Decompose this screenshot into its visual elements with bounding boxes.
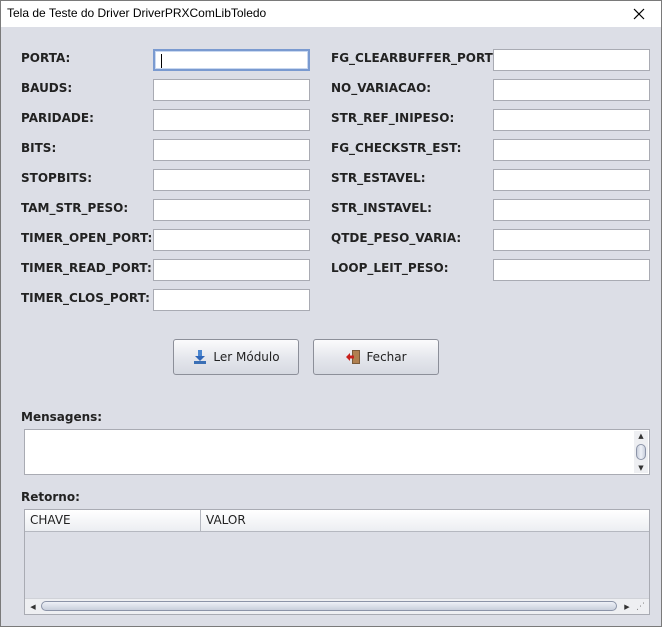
label-fg-checkstr-est: FG_CHECKSTR_EST: xyxy=(331,141,462,155)
fechar-button[interactable]: Fechar xyxy=(313,339,439,375)
label-str-instavel: STR_INSTAVEL: xyxy=(331,201,432,215)
timer-read-port-input[interactable] xyxy=(153,259,310,281)
bits-input[interactable] xyxy=(153,139,310,161)
label-loop-leit-peso: LOOP_LEIT_PESO: xyxy=(331,261,449,275)
download-icon xyxy=(194,350,207,364)
scroll-thumb[interactable] xyxy=(636,444,646,460)
retorno-table[interactable]: CHAVE VALOR ◀ ▶ ⋰ xyxy=(24,509,650,615)
label-qtde-peso-varia: QTDE_PESO_VARIA: xyxy=(331,231,462,245)
app-window: Tela de Teste do Driver DriverPRXComLibT… xyxy=(0,0,662,627)
label-tam-str-peso: TAM_STR_PESO: xyxy=(21,201,129,215)
exit-icon xyxy=(346,350,361,364)
text-caret xyxy=(161,54,162,68)
scroll-up-icon[interactable]: ▲ xyxy=(634,431,648,441)
label-bauds: BAUDS: xyxy=(21,81,73,95)
close-window-button[interactable] xyxy=(617,1,661,27)
mensagens-vertical-scrollbar[interactable]: ▲ ▼ xyxy=(634,431,648,473)
paridade-input[interactable] xyxy=(153,109,310,131)
label-stopbits: STOPBITS: xyxy=(21,171,93,185)
column-header-valor[interactable]: VALOR xyxy=(201,510,649,531)
bauds-input[interactable] xyxy=(153,79,310,101)
label-bits: BITS: xyxy=(21,141,57,155)
column-header-chave[interactable]: CHAVE xyxy=(25,510,201,531)
mensagens-label: Mensagens: xyxy=(21,410,103,424)
label-str-ref-inipeso: STR_REF_INIPESO: xyxy=(331,111,455,125)
ler-modulo-button[interactable]: Ler Módulo xyxy=(173,339,299,375)
label-no-variacao: NO_VARIACAO: xyxy=(331,81,432,95)
str-ref-inipeso-input[interactable] xyxy=(493,109,650,131)
ler-modulo-label: Ler Módulo xyxy=(213,350,280,364)
timer-open-port-input[interactable] xyxy=(153,229,310,251)
retorno-label: Retorno: xyxy=(21,490,80,504)
close-icon xyxy=(633,8,645,20)
label-timer-read-port: TIMER_READ_PORT: xyxy=(21,261,152,275)
form-panel: PORTA: BAUDS: PARIDADE: BITS: STOPBITS: … xyxy=(1,27,661,626)
label-fg-clearbuffer-port: FG_CLEARBUFFER_PORT: xyxy=(331,51,497,65)
title-bar: Tela de Teste do Driver DriverPRXComLibT… xyxy=(1,1,661,27)
stopbits-input[interactable] xyxy=(153,169,310,191)
fechar-label: Fechar xyxy=(366,350,407,364)
porta-input[interactable] xyxy=(153,49,310,71)
mensagens-textarea[interactable]: ▲ ▼ xyxy=(24,429,650,475)
no-variacao-input[interactable] xyxy=(493,79,650,101)
label-timer-open-port: TIMER_OPEN_PORT: xyxy=(21,231,153,245)
window-title: Tela de Teste do Driver DriverPRXComLibT… xyxy=(7,6,267,20)
label-timer-clos-port: TIMER_CLOS_PORT: xyxy=(21,291,150,305)
loop-leit-peso-input[interactable] xyxy=(493,259,650,281)
fg-clearbuffer-port-input[interactable] xyxy=(493,49,650,71)
fg-checkstr-est-input[interactable] xyxy=(493,139,650,161)
label-porta: PORTA: xyxy=(21,51,71,65)
table-header: CHAVE VALOR xyxy=(25,510,649,532)
label-paridade: PARIDADE: xyxy=(21,111,94,125)
tam-str-peso-input[interactable] xyxy=(153,199,310,221)
scroll-right-icon[interactable]: ▶ xyxy=(621,601,633,612)
scroll-left-icon[interactable]: ◀ xyxy=(27,601,39,612)
str-estavel-input[interactable] xyxy=(493,169,650,191)
resize-grip-icon: ⋰ xyxy=(636,602,645,612)
scroll-down-icon[interactable]: ▼ xyxy=(634,463,648,473)
table-horizontal-scrollbar[interactable]: ◀ ▶ ⋰ xyxy=(25,598,649,614)
str-instavel-input[interactable] xyxy=(493,199,650,221)
label-str-estavel: STR_ESTAVEL: xyxy=(331,171,426,185)
timer-clos-port-input[interactable] xyxy=(153,289,310,311)
qtde-peso-varia-input[interactable] xyxy=(493,229,650,251)
horizontal-scroll-thumb[interactable] xyxy=(41,601,617,611)
